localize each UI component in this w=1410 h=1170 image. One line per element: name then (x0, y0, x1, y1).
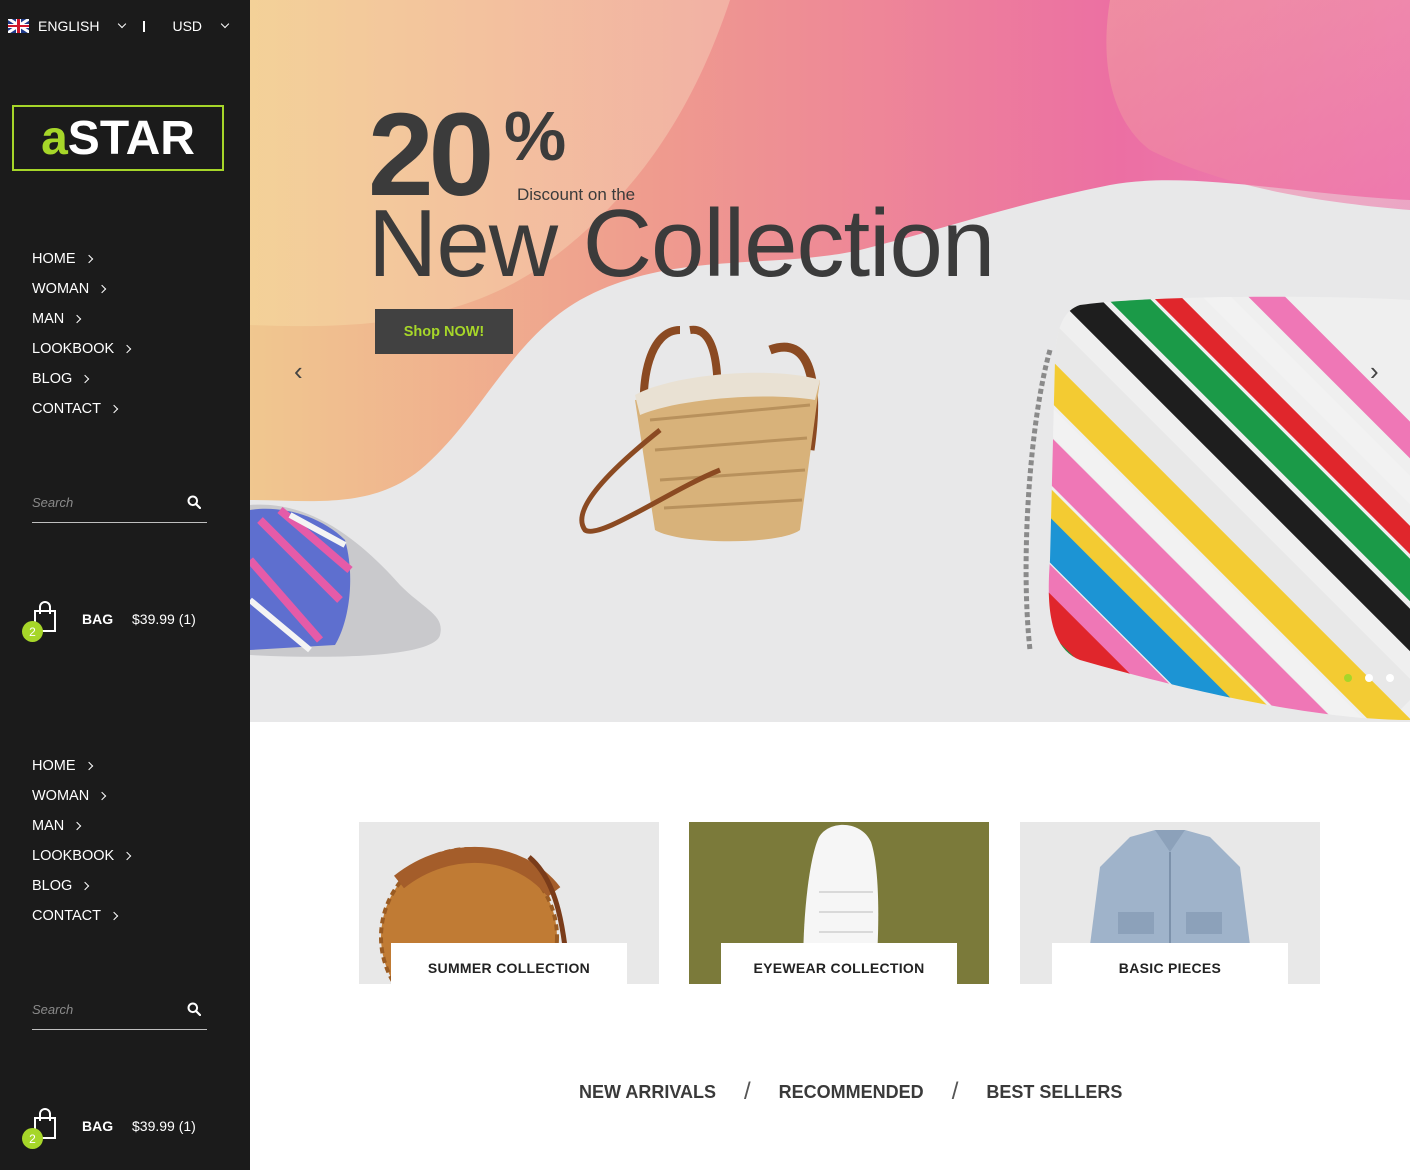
nav-item-label: MAN (32, 818, 65, 834)
nav-item-man[interactable]: MAN (32, 304, 130, 334)
search-input[interactable] (32, 495, 172, 510)
slider-dot[interactable] (1386, 674, 1394, 682)
hero-slider: 20 % Discount on the New Collection Shop… (250, 0, 1410, 722)
tab-new-arrivals[interactable]: NEW ARRIVALS (579, 1082, 716, 1103)
chevron-right-icon (84, 761, 93, 771)
search-input[interactable] (32, 1002, 172, 1017)
chevron-right-icon (81, 374, 90, 384)
nav-item-label: BLOG (32, 371, 73, 387)
shop-now-button[interactable]: Shop NOW! (375, 309, 513, 354)
chevron-down-icon (220, 19, 230, 29)
language-selector[interactable]: ENGLISH (38, 18, 127, 34)
uk-flag-icon (8, 19, 29, 33)
cart-count-badge: 2 (22, 621, 43, 642)
chevron-right-icon (72, 314, 82, 324)
chevron-right-icon (81, 881, 90, 891)
cart[interactable]: 2 BAG $39.99 (1) (22, 601, 222, 645)
currency-label: USD (172, 18, 203, 34)
cart-total: $39.99 (1) (132, 611, 196, 627)
nav-item-label: HOME (32, 758, 76, 774)
category-card-basic[interactable]: BASIC PIECES (1020, 822, 1320, 984)
nav-item-label: CONTACT (32, 401, 102, 417)
tab-separator: / (951, 1078, 959, 1105)
cart-total: $39.99 (1) (132, 1118, 196, 1134)
cart-label: BAG (82, 611, 114, 627)
nav-item-lookbook[interactable]: LOOKBOOK (32, 841, 132, 871)
slider-dot[interactable] (1344, 674, 1352, 682)
topbar: ENGLISH USD (8, 18, 230, 34)
nav-item-label: CONTACT (32, 908, 102, 924)
main-nav: HOME WOMAN MAN LOOKBOOK BLOG CONTACT (32, 244, 132, 424)
cart-secondary[interactable]: 2 BAG $39.99 (1) (22, 1108, 222, 1152)
chevron-down-icon (118, 19, 127, 29)
slider-prev-arrow-icon[interactable]: ‹ (294, 356, 303, 387)
divider (143, 20, 146, 32)
nav-item-home[interactable]: HOME (32, 751, 130, 781)
category-caption: BASIC PIECES (1052, 943, 1288, 984)
chevron-right-icon (122, 344, 132, 354)
product-tabs: NEW ARRIVALS / RECOMMENDED / BEST SELLER… (579, 1078, 1122, 1106)
category-caption: EYEWEAR COLLECTION (721, 943, 957, 984)
nav-item-label: BLOG (32, 878, 73, 894)
chevron-right-icon (72, 821, 82, 831)
logo[interactable]: a STAR (12, 105, 224, 171)
nav-item-home[interactable]: HOME (32, 244, 130, 274)
percent-sign: % (504, 97, 567, 175)
search-box-secondary (32, 994, 207, 1030)
nav-item-man[interactable]: MAN (32, 811, 130, 841)
slider-dots (1344, 674, 1394, 682)
chevron-right-icon (109, 911, 119, 921)
main-nav-secondary: HOME WOMAN MAN LOOKBOOK BLOG CONTACT (32, 751, 132, 931)
search-icon[interactable] (187, 495, 201, 509)
cart-label: BAG (82, 1118, 114, 1134)
chevron-right-icon (84, 254, 93, 264)
category-card-eyewear[interactable]: EYEWEAR COLLECTION (689, 822, 989, 984)
nav-item-woman[interactable]: WOMAN (32, 781, 130, 811)
nav-item-contact[interactable]: CONTACT (32, 901, 130, 931)
category-card-summer[interactable]: SUMMER COLLECTION (359, 822, 659, 984)
tab-recommended[interactable]: RECOMMENDED (779, 1082, 924, 1103)
nav-item-lookbook[interactable]: LOOKBOOK (32, 334, 132, 364)
slider-dot[interactable] (1365, 674, 1373, 682)
chevron-right-icon (109, 404, 119, 414)
nav-item-label: LOOKBOOK (32, 341, 115, 357)
cart-count-badge: 2 (22, 1128, 43, 1149)
chevron-right-icon (97, 791, 107, 801)
search-box (32, 487, 207, 523)
nav-item-label: LOOKBOOK (32, 848, 115, 864)
striped-bag-image (1023, 296, 1410, 720)
logo-text: STAR (67, 111, 195, 165)
nav-item-blog[interactable]: BLOG (32, 364, 130, 394)
nav-item-contact[interactable]: CONTACT (32, 394, 130, 424)
logo-accent: a (41, 111, 68, 165)
language-label: ENGLISH (38, 18, 100, 34)
slider-next-arrow-icon[interactable]: › (1370, 356, 1379, 387)
tab-separator: / (744, 1078, 751, 1105)
category-caption: SUMMER COLLECTION (391, 943, 627, 984)
currency-selector[interactable]: USD (172, 18, 230, 34)
sidebar: ENGLISH USD a STAR HOME WOMAN MAN LOOKBOO… (0, 0, 250, 1170)
nav-item-label: WOMAN (32, 788, 90, 804)
nav-item-label: WOMAN (32, 281, 90, 297)
nav-item-label: MAN (32, 311, 65, 327)
nav-item-label: HOME (32, 251, 76, 267)
nav-item-woman[interactable]: WOMAN (32, 274, 130, 304)
nav-item-blog[interactable]: BLOG (32, 871, 130, 901)
tab-best-sellers[interactable]: BEST SELLERS (986, 1082, 1122, 1103)
chevron-right-icon (122, 851, 132, 861)
chevron-right-icon (97, 284, 107, 294)
search-icon[interactable] (187, 1002, 201, 1016)
hero-headline: New Collection (368, 190, 995, 297)
